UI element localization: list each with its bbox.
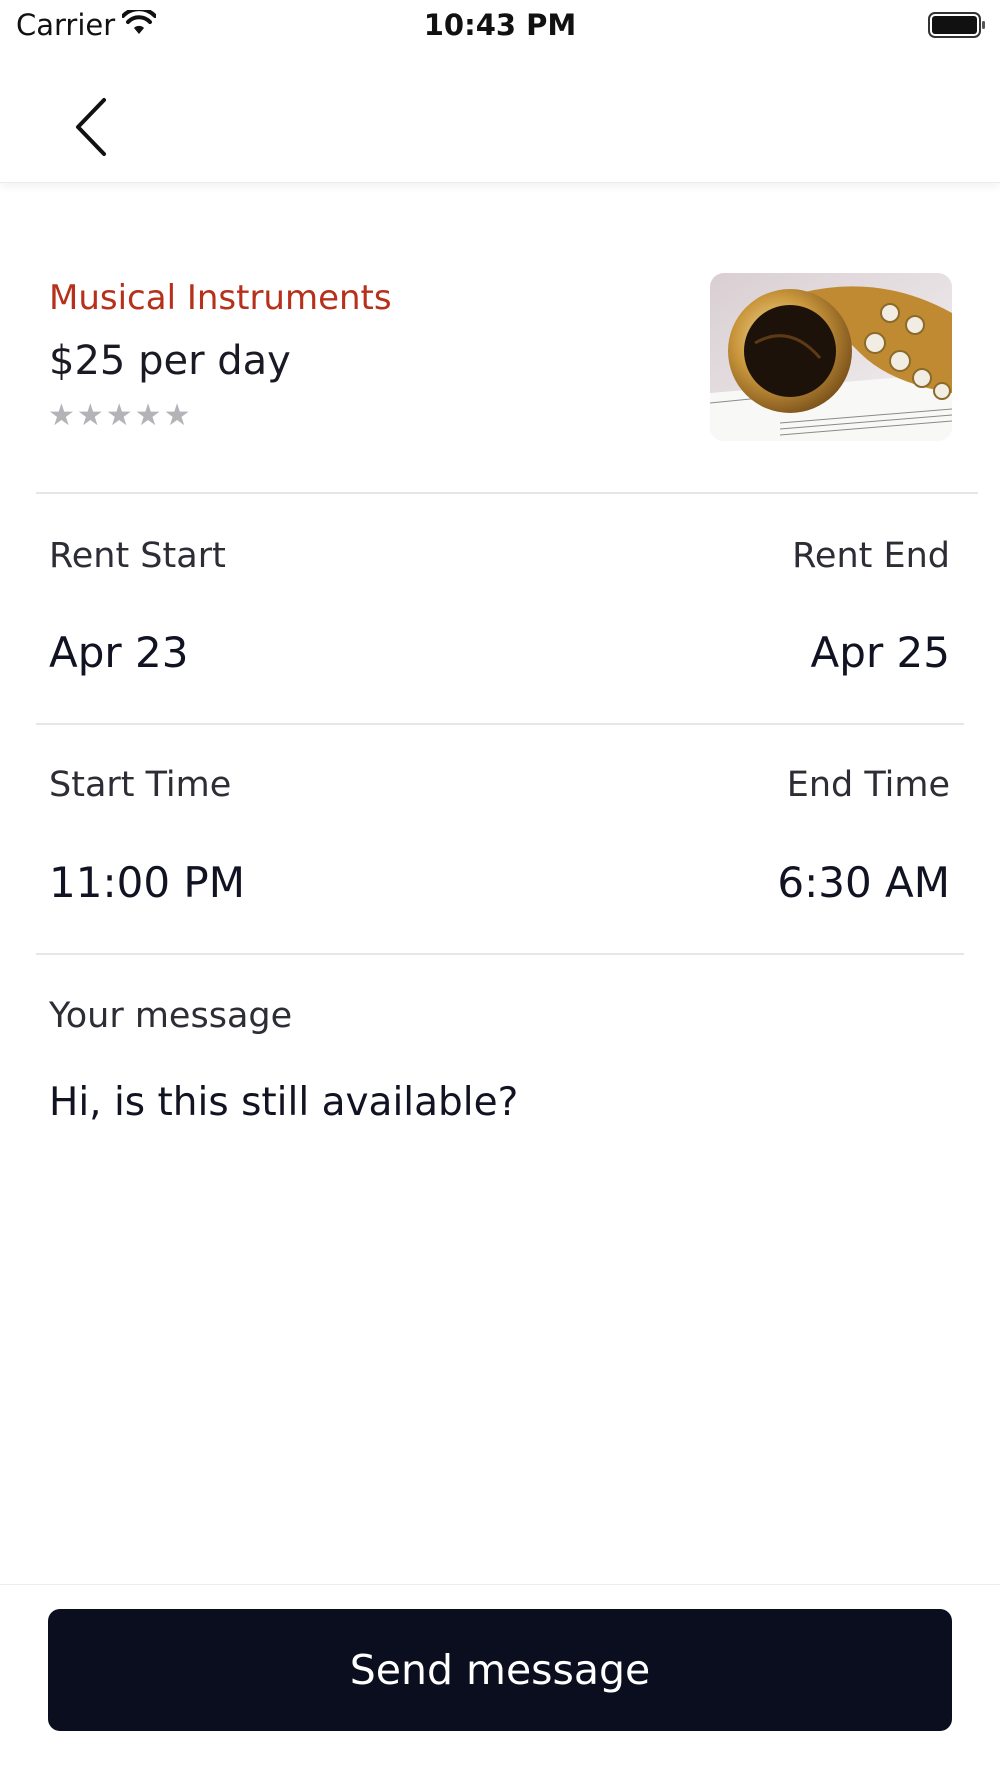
- message-field[interactable]: Hi, is this still available?: [49, 1080, 949, 1540]
- listing-summary: Musical Instruments $25 per day ★★★★★: [0, 182, 1000, 494]
- status-bar: Carrier 10:43 PM: [0, 0, 1000, 52]
- nav-bar: [0, 52, 1000, 183]
- divider: [36, 723, 964, 725]
- start-time-value[interactable]: 11:00 PM: [49, 858, 245, 907]
- listing-price: $25 per day: [49, 338, 291, 384]
- rent-start-date[interactable]: Apr 23: [49, 628, 188, 677]
- clock: 10:43 PM: [423, 8, 577, 42]
- footer: Send message: [0, 1584, 1000, 1779]
- chevron-left-icon: [76, 98, 106, 156]
- saxophone-icon: [710, 273, 952, 441]
- end-time-value[interactable]: 6:30 AM: [777, 858, 950, 907]
- divider: [36, 492, 978, 494]
- rent-start-label: Rent Start: [49, 536, 226, 576]
- listing-image: [710, 273, 952, 441]
- divider: [36, 953, 964, 955]
- send-message-button[interactable]: Send message: [48, 1609, 952, 1731]
- start-time-label: Start Time: [49, 765, 232, 805]
- rating-stars: ★★★★★: [48, 398, 193, 433]
- rent-end-label: Rent End: [792, 536, 950, 576]
- listing-category: Musical Instruments: [49, 278, 392, 318]
- end-time-label: End Time: [786, 765, 950, 805]
- battery-icon: [928, 12, 986, 42]
- back-button[interactable]: [62, 92, 122, 162]
- rent-end-date[interactable]: Apr 25: [811, 628, 950, 677]
- message-label: Your message: [49, 996, 293, 1036]
